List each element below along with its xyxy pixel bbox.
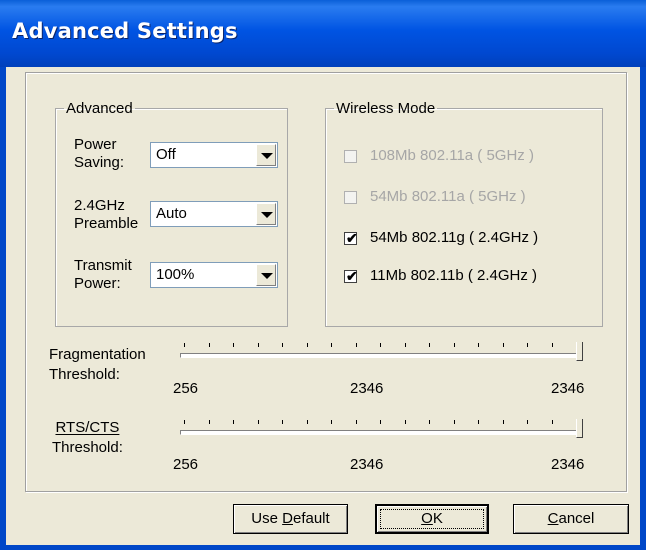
slider-tick (380, 343, 381, 347)
window-frame-left (0, 67, 6, 550)
slider-tick (331, 343, 332, 347)
slider-tick (404, 343, 406, 347)
use-default-button[interactable]: Use Default (233, 504, 348, 534)
wireless-mode-group-legend: Wireless Mode (336, 100, 436, 117)
preamble-label: 2.4GHz Preamble (74, 197, 139, 232)
checkbox-108mb-80211a[interactable] (344, 150, 357, 163)
checkmark-icon: ✔ (346, 230, 358, 246)
transmit-power-label: Transmit Power: (74, 257, 132, 292)
rts-cts-min-value: 256 (173, 456, 199, 473)
slider-tick (429, 343, 430, 347)
transmit-power-select[interactable]: 100% (150, 262, 278, 288)
cancel-button[interactable]: Cancel (513, 504, 629, 534)
advanced-group-legend: Advanced (66, 100, 133, 117)
slider-tick (355, 343, 357, 347)
chevron-down-icon (261, 212, 273, 218)
slider-tick (453, 420, 455, 424)
slider-tick (257, 420, 259, 424)
option-54mb-80211a-label: 54Mb 802.11a ( 5GHz ) (370, 188, 526, 205)
fragmentation-current-value: 2346 (350, 380, 384, 397)
slider-tick (380, 420, 381, 424)
slider-track (180, 353, 578, 358)
option-11mb-80211b-label: 11Mb 802.11b ( 2.4GHz ) (370, 267, 538, 284)
fragmentation-threshold-slider[interactable] (180, 342, 584, 377)
option-108mb-80211a-label: 108Mb 802.11a ( 5GHz ) (370, 147, 534, 164)
slider-tick (282, 420, 283, 424)
fragmentation-min-value: 256 (173, 380, 199, 397)
slider-tick (478, 420, 479, 424)
focus-rectangle (380, 509, 484, 529)
preamble-value: Auto (156, 205, 187, 222)
chevron-down-icon (261, 153, 273, 159)
slider-tick (502, 420, 504, 424)
slider-tick (233, 420, 234, 424)
slider-tick (429, 420, 430, 424)
chevron-down-icon (261, 273, 273, 279)
slider-tick (208, 343, 210, 347)
slider-tick (527, 420, 528, 424)
slider-tick (233, 343, 234, 347)
checkbox-54mb-80211a[interactable] (344, 191, 357, 204)
rts-cts-max-value: 2346 (551, 456, 585, 473)
wireless-mode-group: Wireless Mode (325, 100, 603, 327)
rts-cts-threshold-label: RTS/CTS Threshold: (52, 419, 123, 456)
preamble-dropdown-button[interactable] (256, 203, 276, 225)
transmit-power-dropdown-button[interactable] (256, 264, 276, 286)
slider-tick (184, 420, 185, 424)
slider-tick (551, 420, 553, 424)
title-bar[interactable]: Advanced Settings (0, 0, 646, 67)
window-title: Advanced Settings (12, 19, 238, 43)
slider-tick (331, 420, 332, 424)
slider-tick (257, 343, 259, 347)
checkmark-icon: ✔ (346, 268, 358, 284)
slider-tick (551, 343, 553, 347)
power-saving-dropdown-button[interactable] (256, 144, 276, 166)
slider-tick (355, 420, 357, 424)
preamble-select[interactable]: Auto (150, 201, 278, 227)
transmit-power-value: 100% (156, 266, 195, 283)
ok-button[interactable]: OK (375, 504, 489, 534)
fragmentation-max-value: 2346 (551, 380, 585, 397)
window-frame-bottom (0, 545, 646, 550)
slider-thumb[interactable] (576, 419, 583, 438)
slider-tick (208, 420, 210, 424)
power-saving-label: Power Saving: (74, 136, 125, 171)
slider-tick (453, 343, 455, 347)
slider-tick (306, 420, 308, 424)
rts-cts-current-value: 2346 (350, 456, 384, 473)
slider-thumb[interactable] (576, 342, 583, 361)
slider-tick (527, 343, 528, 347)
slider-tick (404, 420, 406, 424)
checkbox-54mb-80211g[interactable]: ✔ (344, 230, 358, 246)
slider-tick (478, 343, 479, 347)
power-saving-value: Off (156, 146, 176, 163)
slider-tick (282, 343, 283, 347)
slider-tick (502, 343, 504, 347)
power-saving-select[interactable]: Off (150, 142, 278, 168)
option-54mb-80211g-label: 54Mb 802.11g ( 2.4GHz ) (370, 229, 539, 246)
advanced-settings-window: Advanced Settings Advanced Power Saving:… (0, 0, 646, 550)
rts-cts-threshold-slider[interactable] (180, 419, 584, 454)
slider-tick (184, 343, 185, 347)
window-frame-right (640, 67, 646, 550)
slider-track (180, 430, 578, 435)
slider-tick (306, 343, 308, 347)
checkbox-11mb-80211b[interactable]: ✔ (344, 268, 358, 284)
fragmentation-threshold-label: Fragmentation Threshold: (49, 346, 146, 383)
